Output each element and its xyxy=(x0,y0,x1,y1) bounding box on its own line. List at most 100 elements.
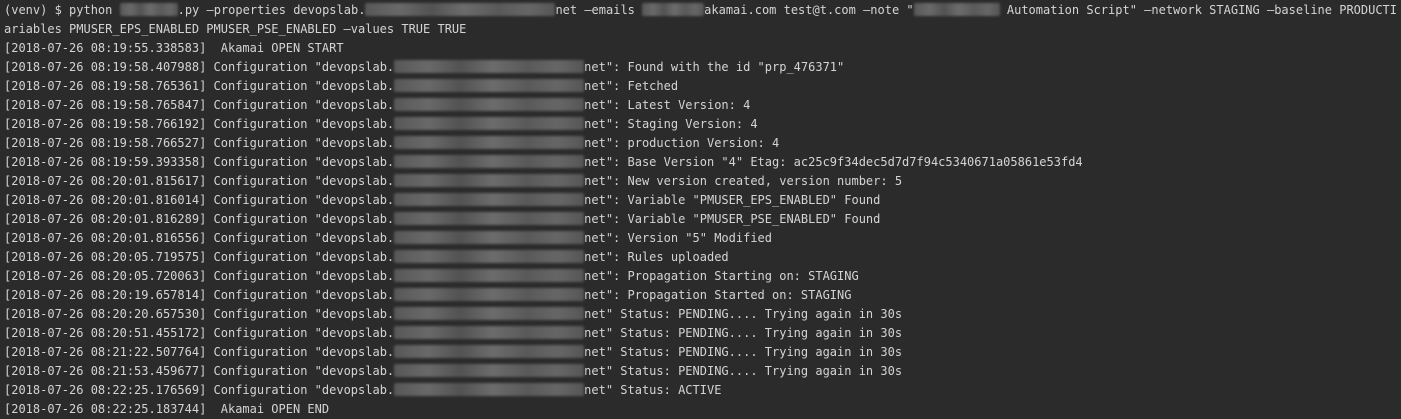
log-timestamp: [2018-07-26 08:19:58.407988] xyxy=(4,60,207,74)
redacted-domain xyxy=(394,231,585,244)
redacted-domain xyxy=(394,288,585,301)
log-line: [2018-07-26 08:21:53.459677] Configurati… xyxy=(4,362,1397,381)
log-message: net": New version created, version numbe… xyxy=(584,174,903,188)
config-prefix: Configuration "devopslab. xyxy=(213,155,395,169)
redacted-domain xyxy=(394,307,585,320)
redacted-domain xyxy=(394,383,585,396)
log-line: [2018-07-26 08:22:25.176569] Configurati… xyxy=(4,381,1397,400)
redacted-domain xyxy=(394,174,585,187)
log-timestamp: [2018-07-26 08:20:01.816289] xyxy=(4,212,207,226)
redacted-domain xyxy=(365,3,556,16)
log-message: net": Staging Version: 4 xyxy=(584,117,758,131)
log-message: net": Version "5" Modified xyxy=(584,231,772,245)
config-prefix: Configuration "devopslab. xyxy=(213,250,395,264)
log-timestamp: [2018-07-26 08:20:01.816556] xyxy=(4,231,207,245)
log-line: [2018-07-26 08:20:19.657814] Configurati… xyxy=(4,286,1397,305)
log-message: net": Found with the id "prp_476371" xyxy=(584,60,845,74)
log-timestamp: [2018-07-26 08:20:01.816014] xyxy=(4,193,207,207)
config-prefix: Configuration "devopslab. xyxy=(213,79,395,93)
log-message: net" Status: PENDING.... Trying again in… xyxy=(584,326,903,340)
config-prefix: Configuration "devopslab. xyxy=(213,364,395,378)
log-timestamp: [2018-07-26 08:20:01.815617] xyxy=(4,174,207,188)
log-line: [2018-07-26 08:20:01.815617] Configurati… xyxy=(4,172,1397,191)
redacted-email xyxy=(642,3,705,16)
config-prefix: Configuration "devopslab. xyxy=(213,383,395,397)
log-line: [2018-07-26 08:20:51.455172] Configurati… xyxy=(4,324,1397,343)
config-prefix: Configuration "devopslab. xyxy=(213,269,395,283)
command-args-note: akamai.com test@t.com –note " xyxy=(704,3,914,17)
log-line: [2018-07-26 08:20:01.816289] Configurati… xyxy=(4,210,1397,229)
log-message: net" Status: PENDING.... Trying again in… xyxy=(584,364,903,378)
redacted-domain xyxy=(394,269,585,282)
log-message: net": Fetched xyxy=(584,79,679,93)
log-message: net": production Version: 4 xyxy=(584,136,780,150)
log-timestamp: [2018-07-26 08:19:58.766527] xyxy=(4,136,207,150)
log-line: [2018-07-26 08:19:58.765847] Configurati… xyxy=(4,96,1397,115)
config-prefix: Configuration "devopslab. xyxy=(213,307,395,321)
log-timestamp: [2018-07-26 08:21:22.507764] xyxy=(4,345,207,359)
log-line: [2018-07-26 08:20:05.720063] Configurati… xyxy=(4,267,1397,286)
redacted-domain xyxy=(394,326,585,339)
terminal-window[interactable]: (venv) $ python .py –properties devopsla… xyxy=(0,0,1401,418)
log-message: net" Status: PENDING.... Trying again in… xyxy=(584,345,903,359)
log-line: [2018-07-26 08:19:59.393358] Configurati… xyxy=(4,153,1397,172)
redacted-domain xyxy=(394,136,585,149)
config-prefix: Configuration "devopslab. xyxy=(213,288,395,302)
redacted-note xyxy=(913,3,1000,16)
log-timestamp: [2018-07-26 08:20:05.720063] xyxy=(4,269,207,283)
config-prefix: Configuration "devopslab. xyxy=(213,117,395,131)
redacted-domain xyxy=(394,98,585,111)
config-prefix: Configuration "devopslab. xyxy=(213,98,395,112)
log-timestamp: [2018-07-26 08:19:58.765361] xyxy=(4,79,207,93)
log-message: net": Propagation Starting on: STAGING xyxy=(584,269,859,283)
log-message: net": Variable "PMUSER_EPS_ENABLED" Foun… xyxy=(584,193,881,207)
config-prefix: Configuration "devopslab. xyxy=(213,174,395,188)
redacted-domain xyxy=(394,364,585,377)
log-timestamp: [2018-07-26 08:19:58.766192] xyxy=(4,117,207,131)
log-timestamp: [2018-07-26 08:21:53.459677] xyxy=(4,364,207,378)
log-timestamp: [2018-07-26 08:20:05.719575] xyxy=(4,250,207,264)
config-prefix: Configuration "devopslab. xyxy=(213,345,395,359)
log-message: net" Status: ACTIVE xyxy=(584,383,722,397)
redacted-domain xyxy=(394,60,585,73)
log-entries: [2018-07-26 08:19:58.407988] Configurati… xyxy=(4,58,1397,400)
command-line: (venv) $ python .py –properties devopsla… xyxy=(4,1,1397,20)
redacted-domain xyxy=(394,212,585,225)
config-prefix: Configuration "devopslab. xyxy=(213,60,395,74)
log-timestamp: [2018-07-26 08:22:25.176569] xyxy=(4,383,207,397)
log-timestamp: [2018-07-26 08:19:59.393358] xyxy=(4,155,207,169)
log-message: net": Rules uploaded xyxy=(584,250,729,264)
log-start: [2018-07-26 08:19:55.338583] Akamai OPEN… xyxy=(4,41,344,55)
log-message: net": Base Version "4" Etag: ac25c9f34de… xyxy=(584,155,1083,169)
log-timestamp: [2018-07-26 08:20:20.657530] xyxy=(4,307,207,321)
config-prefix: Configuration "devopslab. xyxy=(213,193,395,207)
config-prefix: Configuration "devopslab. xyxy=(213,326,395,340)
log-line: [2018-07-26 08:20:01.816014] Configurati… xyxy=(4,191,1397,210)
redacted-domain xyxy=(394,155,585,168)
command-args-rest: Automation Script" –network STAGING –bas… xyxy=(999,3,1397,17)
log-timestamp: [2018-07-26 08:19:58.765847] xyxy=(4,98,207,112)
log-line: [2018-07-26 08:20:05.719575] Configurati… xyxy=(4,248,1397,267)
config-prefix: Configuration "devopslab. xyxy=(213,212,395,226)
redacted-domain xyxy=(394,193,585,206)
command-prefix: (venv) $ python xyxy=(4,3,120,17)
log-line: [2018-07-26 08:20:01.816556] Configurati… xyxy=(4,229,1397,248)
command-line-wrap: ariables PMUSER_EPS_ENABLED PMUSER_PSE_E… xyxy=(4,22,467,36)
log-message: net": Latest Version: 4 xyxy=(584,98,751,112)
redacted-domain xyxy=(394,250,585,263)
log-message: net": Propagation Started on: STAGING xyxy=(584,288,852,302)
log-message: net" Status: PENDING.... Trying again in… xyxy=(584,307,903,321)
log-timestamp: [2018-07-26 08:20:51.455172] xyxy=(4,326,207,340)
config-prefix: Configuration "devopslab. xyxy=(213,231,395,245)
command-args-emails: net –emails xyxy=(555,3,643,17)
log-line: [2018-07-26 08:21:22.507764] Configurati… xyxy=(4,343,1397,362)
log-line: [2018-07-26 08:19:58.766527] Configurati… xyxy=(4,134,1397,153)
log-line: [2018-07-26 08:19:58.407988] Configurati… xyxy=(4,58,1397,77)
redacted-script-name xyxy=(119,3,178,16)
log-end: [2018-07-26 08:22:25.183744] Akamai OPEN… xyxy=(4,402,330,416)
redacted-domain xyxy=(394,117,585,130)
command-args-properties: .py –properties devopslab. xyxy=(177,3,366,17)
log-line: [2018-07-26 08:20:20.657530] Configurati… xyxy=(4,305,1397,324)
log-message: net": Variable "PMUSER_PSE_ENABLED" Foun… xyxy=(584,212,881,226)
redacted-domain xyxy=(394,79,585,92)
